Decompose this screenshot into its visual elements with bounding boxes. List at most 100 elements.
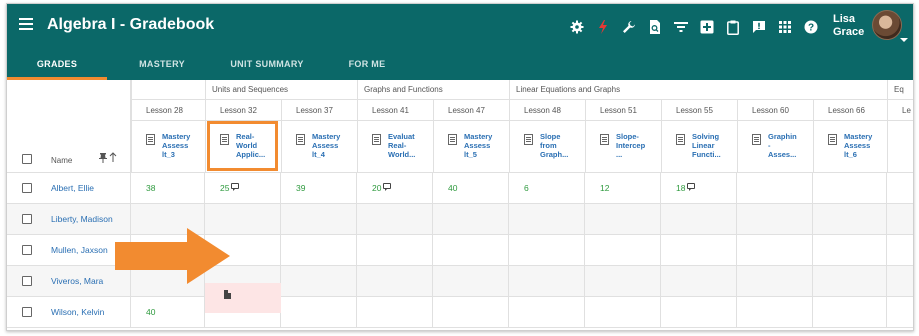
assessment-title[interactable]: Mastery Assess lt_6 [844,132,888,159]
tab-unit-summary[interactable]: UNIT SUMMARY [217,48,317,80]
gear-icon[interactable] [567,17,587,37]
grade-cell[interactable] [737,266,813,296]
grade-cell[interactable] [205,173,281,203]
assessment-title[interactable]: Slope from Graph... [540,132,584,159]
grade-cell[interactable] [509,266,585,296]
assessment-title[interactable]: Mastery Assess lt_4 [312,132,356,159]
row-checkbox[interactable] [22,245,32,255]
filter-icon[interactable] [671,17,691,37]
grade-cell[interactable] [509,297,585,327]
grade-cell[interactable] [813,266,887,296]
grade-cell[interactable] [661,297,737,327]
grade-cell[interactable] [585,204,661,234]
file-icon[interactable] [224,290,231,299]
grade-cell[interactable] [131,173,205,203]
missing-submission-cell[interactable] [205,283,281,313]
student-name-link[interactable]: Viveros, Mara [51,276,103,286]
student-name-link[interactable]: Liberty, Madison [51,214,113,224]
grade-cell[interactable] [661,266,737,296]
grade-cell[interactable] [357,297,433,327]
assessment-header[interactable]: Evaluat Real- World... [357,121,433,173]
grade-cell[interactable] [433,204,509,234]
wrench-icon[interactable] [619,17,639,37]
sort-arrow-up-icon[interactable] [109,152,117,164]
grade-cell[interactable] [813,204,887,234]
row-checkbox[interactable] [22,214,32,224]
grade-cell[interactable] [737,173,813,203]
grade-cell[interactable] [887,204,913,234]
assessment-header[interactable]: Mastery Assess lt_5 [433,121,509,173]
comment-icon[interactable] [231,183,239,191]
score-value[interactable]: 40 [448,183,457,193]
grade-cell[interactable] [509,173,585,203]
row-checkbox[interactable] [22,183,32,193]
grade-cell[interactable] [509,204,585,234]
menu-icon[interactable] [19,18,33,30]
grade-cell[interactable] [887,297,913,327]
assessment-title[interactable]: Solving Linear Functi... [692,132,736,159]
grade-cell[interactable] [281,204,357,234]
grade-cell[interactable] [813,173,887,203]
grade-cell[interactable] [509,235,585,265]
student-name-link[interactable]: Mullen, Jaxson [51,245,108,255]
flash-icon[interactable] [593,17,613,37]
select-all-checkbox[interactable] [22,154,32,164]
score-value[interactable]: 12 [600,183,609,193]
clipboard-icon[interactable] [723,17,743,37]
grade-cell[interactable] [585,235,661,265]
grade-cell[interactable] [661,235,737,265]
grade-cell[interactable] [737,297,813,327]
score-value[interactable]: 20 [372,183,381,193]
assessment-header[interactable] [887,121,913,173]
grade-cell[interactable] [281,173,357,203]
grade-cell[interactable] [281,235,357,265]
grade-cell[interactable] [433,266,509,296]
grade-cell[interactable] [661,204,737,234]
grade-cell[interactable] [357,173,433,203]
grade-cell[interactable] [585,173,661,203]
grade-cell[interactable] [585,266,661,296]
help-icon[interactable]: ? [801,17,821,37]
assessment-title[interactable]: Evaluat Real- World... [388,132,432,159]
grade-cell[interactable] [887,173,913,203]
grade-cell[interactable] [281,297,357,327]
grade-cell[interactable] [433,297,509,327]
grade-cell[interactable] [737,235,813,265]
grade-cell[interactable] [433,173,509,203]
grade-cell[interactable] [887,266,913,296]
row-checkbox[interactable] [22,307,32,317]
tab-mastery[interactable]: MASTERY [117,48,207,80]
add-box-icon[interactable] [697,17,717,37]
grade-cell[interactable] [737,204,813,234]
assessment-header[interactable]: Solving Linear Functi... [661,121,737,173]
grade-cell[interactable] [813,235,887,265]
grade-cell[interactable] [661,173,737,203]
score-value[interactable]: 6 [524,183,529,193]
caret-down-icon[interactable] [900,38,908,42]
grade-cell[interactable] [357,266,433,296]
tab-for-me[interactable]: FOR ME [337,48,397,80]
feedback-icon[interactable] [749,17,769,37]
comment-icon[interactable] [383,183,391,191]
avatar[interactable] [872,10,902,40]
tab-grades[interactable]: GRADES [7,48,107,80]
assessment-title[interactable]: Mastery Assess lt_3 [162,132,206,159]
grade-cell[interactable] [281,266,357,296]
assessment-title[interactable]: Slope- Intercep ... [616,132,660,159]
user-name[interactable]: Lisa Grace [833,13,864,39]
score-value[interactable]: 25 [220,183,229,193]
student-name-link[interactable]: Wilson, Kelvin [51,307,104,317]
pin-icon[interactable] [99,153,107,165]
score-value[interactable]: 40 [146,307,155,317]
score-value[interactable]: 18 [676,183,685,193]
score-value[interactable]: 38 [146,183,155,193]
student-name-link[interactable]: Albert, Ellie [51,183,94,193]
grade-cell[interactable] [357,235,433,265]
grade-cell[interactable] [887,235,913,265]
assessment-header[interactable]: Mastery Assess lt_6 [813,121,887,173]
grade-cell[interactable] [433,235,509,265]
assessment-header[interactable]: Graphin - Asses... [737,121,813,173]
assessment-header[interactable]: Mastery Assess lt_3 [131,121,205,173]
assessment-header[interactable]: Mastery Assess lt_4 [281,121,357,173]
row-checkbox[interactable] [22,276,32,286]
